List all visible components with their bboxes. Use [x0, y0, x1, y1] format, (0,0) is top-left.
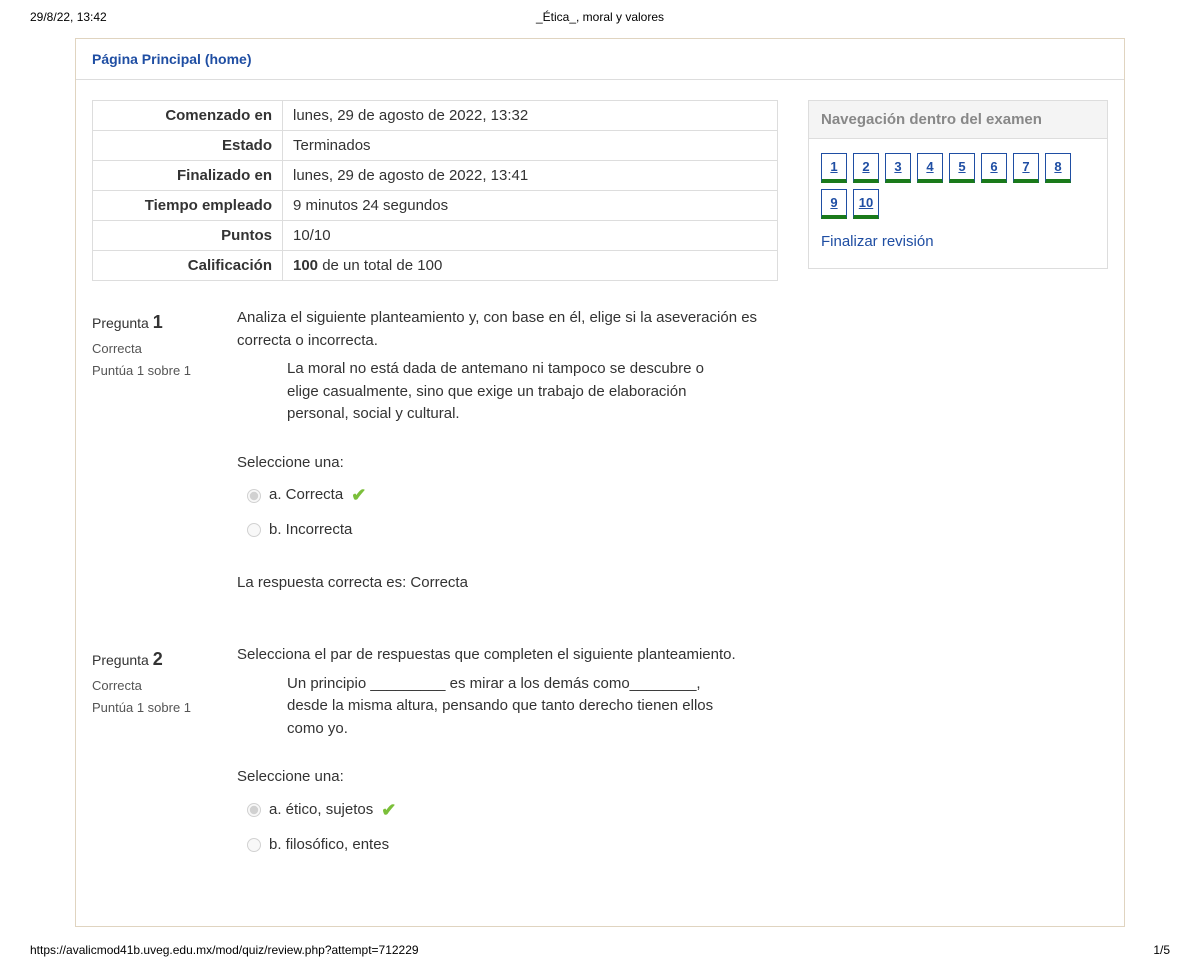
page-container: Página Principal (home) Comenzado enlune…	[75, 38, 1125, 927]
print-url: https://avalicmod41b.uveg.edu.mx/mod/qui…	[30, 943, 419, 957]
quiz-nav-question-4[interactable]: 4	[917, 153, 943, 183]
breadcrumb-home-link[interactable]: Página Principal (home)	[92, 51, 251, 67]
quiz-nav-grid: 12345678 910	[821, 153, 1095, 219]
breadcrumb: Página Principal (home)	[76, 39, 1124, 80]
print-title: _Ética_, moral y valores	[536, 10, 664, 24]
question-1-subtext: La moral no está dada de antemano ni tam…	[237, 358, 717, 426]
question-score: Puntúa 1 sobre 1	[92, 360, 217, 382]
summary-row: Finalizado enlunes, 29 de agosto de 2022…	[93, 161, 778, 191]
question-1: Pregunta 1 Correcta Puntúa 1 sobre 1 Ana…	[92, 307, 778, 594]
select-one-label: Seleccione una:	[237, 452, 778, 475]
summary-row: Puntos10/10	[93, 221, 778, 251]
quiz-nav-question-3[interactable]: 3	[885, 153, 911, 183]
question-number: 2	[153, 649, 163, 669]
correct-check-icon: ✔	[351, 482, 366, 509]
q2-radio-a[interactable]	[247, 803, 261, 817]
summary-row: Comenzado enlunes, 29 de agosto de 2022,…	[93, 101, 778, 131]
q2-option-b-label: b. filosófico, entes	[269, 834, 389, 857]
question-status: Correcta	[92, 675, 217, 697]
main-content: Comenzado enlunes, 29 de agosto de 2022,…	[92, 100, 778, 916]
q2-option-a: a. ético, sujetos ✔	[247, 797, 778, 824]
summary-label: Estado	[93, 131, 283, 161]
summary-value: 100 de un total de 100	[283, 251, 778, 281]
question-2-meta: Pregunta 2 Correcta Puntúa 1 sobre 1	[92, 644, 217, 866]
question-2-body: Selecciona el par de respuestas que comp…	[237, 644, 778, 866]
print-footer: https://avalicmod41b.uveg.edu.mx/mod/qui…	[0, 937, 1200, 967]
q2-option-b: b. filosófico, entes	[247, 834, 778, 857]
quiz-nav-question-8[interactable]: 8	[1045, 153, 1071, 183]
question-score: Puntúa 1 sobre 1	[92, 697, 217, 719]
summary-value: lunes, 29 de agosto de 2022, 13:32	[283, 101, 778, 131]
question-label: Pregunta	[92, 315, 149, 331]
summary-value: 10/10	[283, 221, 778, 251]
quiz-nav-question-6[interactable]: 6	[981, 153, 1007, 183]
quiz-nav-question-10[interactable]: 10	[853, 189, 879, 219]
sidebar: Navegación dentro del examen 12345678 910…	[808, 100, 1108, 916]
summary-label: Comenzado en	[93, 101, 283, 131]
q1-option-b-label: b. Incorrecta	[269, 519, 352, 542]
summary-label: Calificación	[93, 251, 283, 281]
summary-value: Terminados	[283, 131, 778, 161]
attempt-summary-table: Comenzado enlunes, 29 de agosto de 2022,…	[92, 100, 778, 281]
question-1-prompt: Analiza el siguiente planteamiento y, co…	[237, 307, 778, 352]
q2-option-a-label: a. ético, sujetos	[269, 799, 373, 822]
quiz-nav-title: Navegación dentro del examen	[809, 101, 1107, 139]
q1-radio-a[interactable]	[247, 489, 261, 503]
q1-feedback: La respuesta correcta es: Correcta	[237, 572, 778, 595]
finish-review-link[interactable]: Finalizar revisión	[821, 233, 934, 250]
question-number: 1	[153, 312, 163, 332]
print-header: 29/8/22, 13:42 _Ética_, moral y valores	[0, 0, 1200, 30]
summary-label: Tiempo empleado	[93, 191, 283, 221]
quiz-nav-question-1[interactable]: 1	[821, 153, 847, 183]
summary-value: 9 minutos 24 segundos	[283, 191, 778, 221]
q2-radio-b[interactable]	[247, 838, 261, 852]
quiz-nav-question-2[interactable]: 2	[853, 153, 879, 183]
summary-row: Calificación100 de un total de 100	[93, 251, 778, 281]
summary-row: Tiempo empleado9 minutos 24 segundos	[93, 191, 778, 221]
quiz-nav-question-9[interactable]: 9	[821, 189, 847, 219]
question-2-prompt: Selecciona el par de respuestas que comp…	[237, 644, 778, 667]
question-1-meta: Pregunta 1 Correcta Puntúa 1 sobre 1	[92, 307, 217, 594]
q1-option-b: b. Incorrecta	[247, 519, 778, 542]
question-status: Correcta	[92, 338, 217, 360]
correct-check-icon: ✔	[381, 797, 396, 824]
print-page-number: 1/5	[1153, 943, 1170, 957]
question-label: Pregunta	[92, 652, 149, 668]
quiz-nav-panel: Navegación dentro del examen 12345678 910…	[808, 100, 1108, 269]
summary-value: lunes, 29 de agosto de 2022, 13:41	[283, 161, 778, 191]
quiz-nav-question-7[interactable]: 7	[1013, 153, 1039, 183]
q1-option-a: a. Correcta ✔	[247, 482, 778, 509]
quiz-nav-question-5[interactable]: 5	[949, 153, 975, 183]
q1-option-a-label: a. Correcta	[269, 484, 343, 507]
summary-row: EstadoTerminados	[93, 131, 778, 161]
summary-label: Puntos	[93, 221, 283, 251]
question-2: Pregunta 2 Correcta Puntúa 1 sobre 1 Sel…	[92, 644, 778, 866]
question-2-subtext: Un principio _________ es mirar a los de…	[237, 673, 717, 741]
summary-label: Finalizado en	[93, 161, 283, 191]
question-1-body: Analiza el siguiente planteamiento y, co…	[237, 307, 778, 594]
print-datetime: 29/8/22, 13:42	[30, 10, 107, 24]
select-one-label: Seleccione una:	[237, 766, 778, 789]
q1-radio-b[interactable]	[247, 523, 261, 537]
